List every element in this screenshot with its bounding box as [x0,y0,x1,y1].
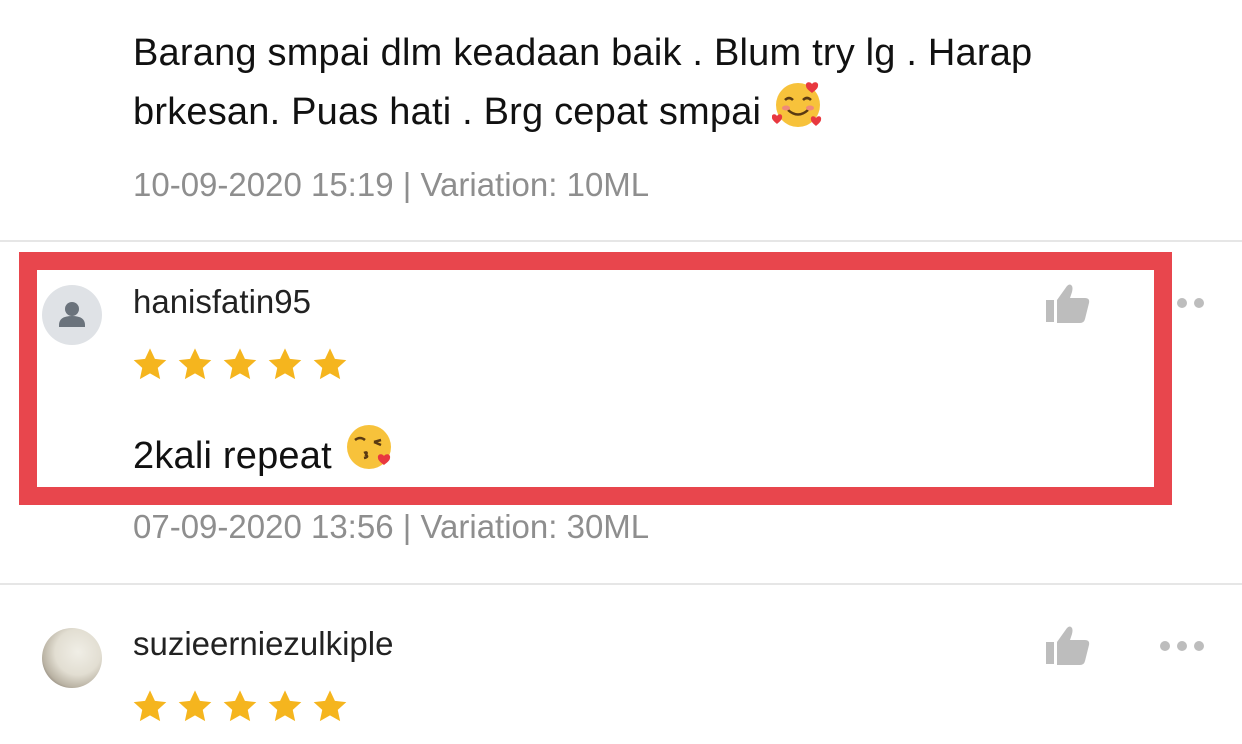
review-text-body: Barang smpai dlm keadaan baik . Blum try… [133,32,1033,133]
review-meta: 10-09-2020 15:19 | Variation: 10ML [133,166,650,203]
divider [0,240,1242,242]
smiling-face-with-hearts-icon [771,78,824,143]
review-username[interactable]: suzieerniezulkiple [133,625,393,663]
highlight-box [19,252,1172,505]
star-icon [223,690,257,722]
star-icon [268,690,302,722]
thumbs-up-icon[interactable] [1045,624,1091,666]
more-dots-icon[interactable] [1158,639,1206,653]
star-icon [133,690,167,722]
star-rating [131,688,349,726]
avatar[interactable] [42,628,102,688]
divider [0,583,1242,585]
star-icon [313,690,347,722]
review-list: Barang smpai dlm keadaan baik . Blum try… [0,0,1242,744]
star-icon [178,690,212,722]
review-meta: 07-09-2020 13:56 | Variation: 30ML [133,508,650,545]
review-text: Barang smpai dlm keadaan baik . Blum try… [133,28,1163,143]
